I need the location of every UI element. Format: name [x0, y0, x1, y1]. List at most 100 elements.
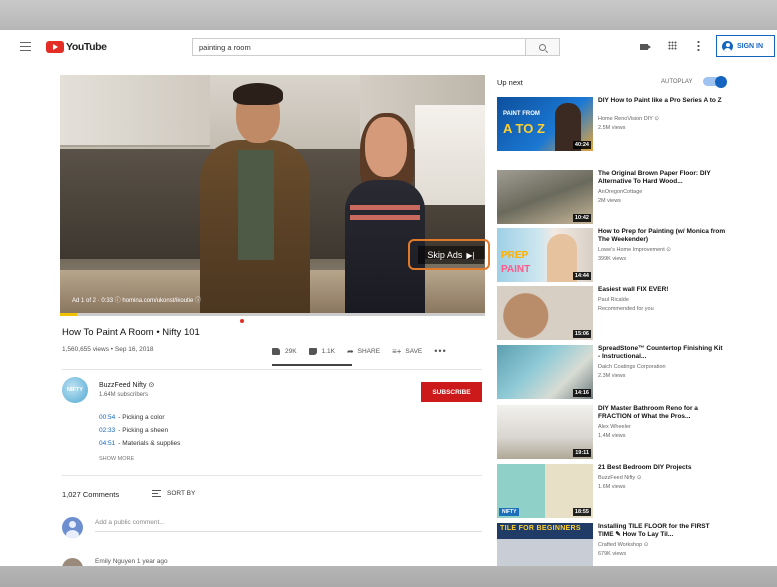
sort-comments-button[interactable]: SORT BY: [152, 490, 195, 497]
video-progress-bar[interactable]: [60, 313, 485, 316]
dislike-button[interactable]: 1.1K: [308, 347, 335, 355]
video-duration: 10:42: [572, 214, 591, 222]
video-title[interactable]: Easiest wall FIX EVER!: [598, 286, 726, 294]
toggle-knob: [715, 75, 727, 88]
like-button[interactable]: 29K: [272, 347, 297, 355]
menu-icon[interactable]: [20, 42, 31, 51]
skip-ad-button[interactable]: Skip Ads ▶|: [418, 246, 484, 264]
more-actions-button[interactable]: •••: [434, 346, 446, 356]
top-bar: YouTube painting a room SIGN IN: [0, 30, 777, 64]
autoplay-label: AUTOPLAY: [661, 79, 693, 85]
browser-screen: YouTube painting a room SIGN IN Ad 1 of …: [0, 30, 777, 566]
scene-window: [415, 105, 485, 205]
thumbnail-text: A TO Z: [503, 121, 545, 136]
scene-woman-stripe: [350, 205, 420, 210]
save-button[interactable]: ≡+ SAVE: [392, 347, 422, 356]
youtube-logo[interactable]: YouTube: [46, 40, 107, 54]
add-comment-input[interactable]: Add a public comment...: [95, 519, 482, 532]
chapter-item: 00:54- Picking a color: [99, 414, 165, 421]
video-title[interactable]: The Original Brown Paper Floor: DIY Alte…: [598, 170, 726, 187]
video-thumbnail[interactable]: 10:42: [497, 170, 593, 224]
recommended-video[interactable]: 19:11 DIY Master Bathroom Reno for a FRA…: [497, 405, 727, 459]
video-channel: Home RenoVision DIY ⊙: [598, 116, 659, 122]
video-channel: Alex Wheeler: [598, 424, 631, 430]
save-label: SAVE: [405, 347, 423, 355]
channel-name[interactable]: BuzzFeed Nifty ⊙: [99, 381, 154, 389]
skip-ad-label: Skip Ads: [427, 250, 463, 260]
video-title[interactable]: How to Prep for Painting (w/ Monica from…: [598, 228, 726, 245]
search-input[interactable]: painting a room: [192, 38, 526, 56]
thumbnail-text: TILE FOR BEGINNERS: [500, 525, 581, 532]
scene-man-shirt: [238, 150, 274, 260]
video-channel: AnOregonCottage: [598, 189, 643, 195]
recommended-video[interactable]: TILE FOR BEGINNERS Installing TILE FLOOR…: [497, 523, 727, 566]
video-channel: Daich Coatings Corporation: [598, 364, 666, 370]
video-thumbnail[interactable]: PAINT FROM A TO Z 40:24: [497, 97, 593, 151]
video-channel: Lowe's Home Improvement ⊙: [598, 247, 671, 253]
video-thumbnail[interactable]: NIFTY 18:55: [497, 464, 593, 518]
comment-author[interactable]: Emily Nguyen 1 year ago: [95, 558, 168, 565]
recommended-video[interactable]: 15:06 Easiest wall FIX EVER! Paul Ricald…: [497, 286, 727, 340]
channel-avatar[interactable]: NIFTY: [62, 377, 88, 403]
video-thumbnail[interactable]: PREP PAINT 14:44: [497, 228, 593, 282]
video-views: 1.4M views: [598, 433, 626, 439]
commenter-avatar[interactable]: [62, 558, 83, 566]
recommended-video[interactable]: 14:16 SpreadStone™ Countertop Finishing …: [497, 345, 727, 399]
youtube-play-icon: [46, 41, 64, 53]
search-button[interactable]: [526, 38, 560, 56]
recommended-video[interactable]: 10:42 The Original Brown Paper Floor: DI…: [497, 170, 727, 224]
thumbs-up-icon: [272, 347, 280, 355]
divider: [62, 475, 482, 476]
dislike-count: 1.1K: [321, 347, 335, 355]
thumbnail-text: PREP: [501, 250, 529, 261]
chapter-timestamp-link[interactable]: 02:33: [99, 427, 115, 434]
search-icon: [539, 43, 546, 51]
ad-progress-fill: [60, 313, 77, 316]
video-thumbnail[interactable]: 14:16: [497, 345, 593, 399]
view-count: 1,560,655 views • Sep 16, 2018: [62, 346, 154, 353]
show-more-button[interactable]: SHOW MORE: [99, 456, 134, 462]
video-views: 679K views: [598, 551, 627, 557]
monitor-bezel-top: [0, 0, 777, 30]
subscriber-count: 1.64M subscribers: [99, 392, 149, 398]
playlist-add-icon: ≡+: [392, 346, 402, 356]
video-duration: 40:24: [572, 141, 591, 149]
apps-grid-icon[interactable]: [668, 41, 677, 50]
video-thumbnail[interactable]: 19:11: [497, 405, 593, 459]
video-actions: 29K 1.1K ➦ SHARE ≡+ SAVE •••: [272, 346, 447, 356]
video-player[interactable]: Ad 1 of 2 · 0:33 ⓘ homina.com/ukonst/iko…: [60, 75, 485, 314]
video-duration: 14:44: [572, 272, 591, 280]
chapter-timestamp-link[interactable]: 00:54: [99, 414, 115, 421]
video-title[interactable]: 21 Best Bedroom DIY Projects: [598, 464, 726, 472]
video-thumbnail[interactable]: 15:06: [497, 286, 593, 340]
thumbnail-text: NIFTY: [499, 508, 520, 516]
video-title[interactable]: SpreadStone™ Countertop Finishing Kit - …: [598, 345, 726, 362]
video-channel: BuzzFeed Nifty ⊙: [598, 475, 642, 481]
scene-man-hair: [233, 83, 283, 105]
autoplay-toggle[interactable]: [703, 75, 727, 88]
video-title[interactable]: DIY Master Bathroom Reno for a FRACTION …: [598, 405, 726, 422]
recommended-video[interactable]: NIFTY 18:55 21 Best Bedroom DIY Projects…: [497, 464, 727, 518]
user-avatar: [62, 517, 83, 538]
video-thumbnail[interactable]: TILE FOR BEGINNERS: [497, 523, 593, 566]
monitor-bezel-bottom: [0, 566, 777, 587]
video-title[interactable]: DIY How to Paint like a Pro Series A to …: [598, 97, 726, 105]
video-views: 1.6M views: [598, 484, 626, 490]
video-title[interactable]: Installing TILE FLOOR for the FIRST TIME…: [598, 523, 726, 540]
subscribe-button[interactable]: SUBSCRIBE: [421, 382, 482, 402]
video-duration: 18:55: [572, 508, 591, 516]
chapter-timestamp-link[interactable]: 04:51: [99, 440, 115, 447]
more-vert-icon[interactable]: [697, 40, 700, 51]
share-button[interactable]: ➦ SHARE: [347, 347, 380, 356]
create-video-icon[interactable]: [640, 44, 651, 50]
playhead-marker: [240, 319, 244, 323]
sign-in-button[interactable]: SIGN IN: [716, 35, 775, 57]
sort-label: SORT BY: [167, 490, 196, 497]
recommended-video[interactable]: PREP PAINT 14:44 How to Prep for Paintin…: [497, 228, 727, 282]
video-duration: 15:06: [572, 330, 591, 338]
chapter-label: - Picking a sheen: [118, 427, 169, 434]
recommended-video[interactable]: PAINT FROM A TO Z 40:24 DIY How to Paint…: [497, 97, 727, 151]
ad-info-text[interactable]: Ad 1 of 2 · 0:33 ⓘ homina.com/ukonst/iko…: [72, 295, 201, 304]
share-icon: ➦: [346, 346, 354, 356]
comments-count: 1,027 Comments: [62, 490, 120, 499]
